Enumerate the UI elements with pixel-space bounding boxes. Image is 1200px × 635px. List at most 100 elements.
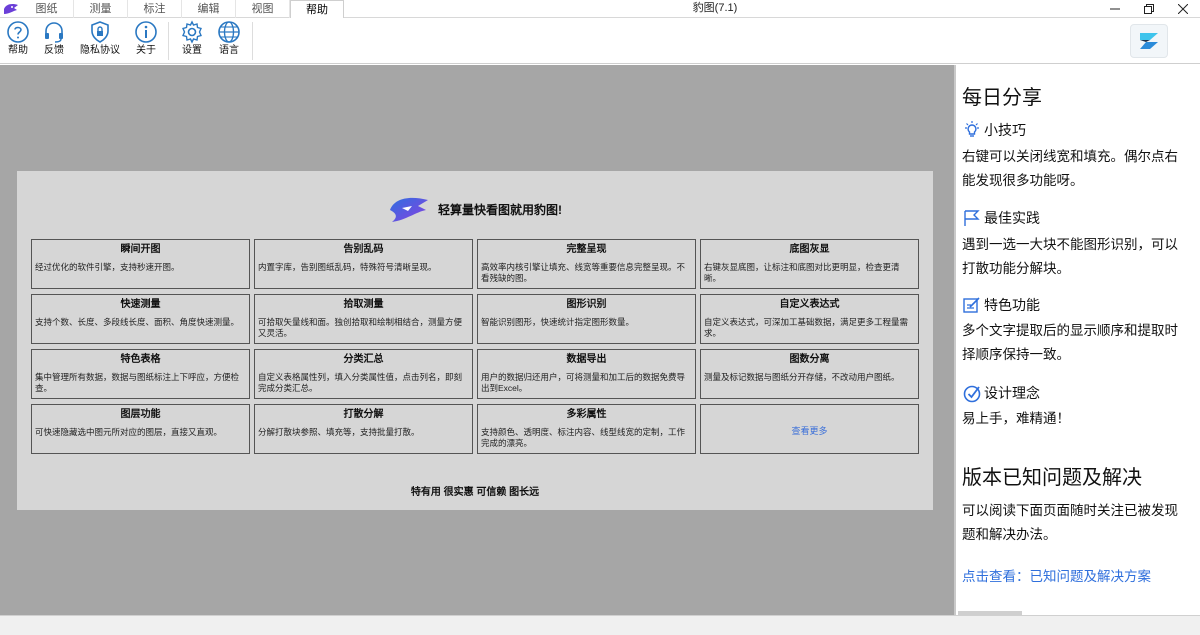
feature-title: 告别乱码 — [343, 244, 384, 255]
tip-heading-text: 特色功能 — [984, 297, 1040, 313]
feature-card: 图数分离测量及标记数据与图纸分开存储，不改动用户图纸。 — [700, 349, 919, 399]
tip-line: 右键可以关闭线宽和填充。偶尔点右 — [962, 149, 1178, 164]
feature-card: 完整呈现 高效率内核引擎让填充、线宽等重要信息完整呈现。不看残缺的图。 — [477, 239, 696, 289]
feature-title: 多彩属性 — [566, 409, 607, 420]
question-circle-icon — [7, 21, 29, 43]
feature-card: 数据导出 用户的数据归还用户，可将测量和加工后的数据免费导出到Excel。 — [477, 349, 696, 399]
tab-drawing[interactable]: 图纸 — [20, 0, 74, 18]
shield-icon — [91, 21, 109, 43]
feedback-button-label: 反馈 — [44, 45, 64, 56]
feature-title: 完整呈现 — [566, 244, 607, 255]
feature-desc: 测量及标记数据与图纸分开存储，不改动用户图纸。 — [704, 372, 900, 382]
privacy-button[interactable]: 隐私协议 — [80, 20, 120, 62]
bulb-icon — [965, 121, 979, 137]
welcome-banner-text: 轻算量快看图就用豹图! — [438, 202, 562, 217]
tip-heading: 特色功能 — [962, 295, 1040, 315]
feature-card: 拾取测量 可拾取矢量线和面。独创拾取和绘制相结合，测量方便又灵活。 — [254, 294, 473, 344]
brand-logo-mark — [1140, 33, 1158, 49]
close-icon — [1178, 4, 1188, 14]
status-bar — [0, 615, 1200, 635]
language-button[interactable]: 语言 — [211, 20, 247, 62]
feature-title: 打散分解 — [343, 409, 384, 420]
feature-desc: 内置字库，告别图纸乱码，特殊符号清晰呈现。 — [258, 262, 437, 272]
app-logo-icon — [4, 4, 18, 15]
feature-desc: 分解打散块参照、填充等，支持批量打散。 — [258, 427, 420, 437]
minimize-icon — [1110, 8, 1120, 10]
feature-card: 快速测量 支持个数、长度、多段线长度、面积、角度快速测量。 — [31, 294, 250, 344]
feedback-button[interactable]: 反馈 — [36, 20, 72, 62]
language-button-label: 语言 — [219, 45, 239, 56]
help-button[interactable]: 帮助 — [0, 20, 36, 62]
welcome-banner: 轻算量快看图就用豹图! — [17, 191, 933, 227]
see-more-label: 查看更多 — [791, 426, 828, 436]
about-button-label: 关于 — [136, 45, 156, 56]
feature-desc: 支持颜色、透明度、标注内容、线型线宽的定制，工作完成的漂亮。 — [481, 427, 686, 448]
feature-desc: 可快速隐藏选中图元所对应的图层，直接又直观。 — [35, 427, 223, 437]
info-icon — [135, 21, 157, 43]
feature-desc: 自定义表格属性列，填入分类属性值，点击列名，即刻完成分类汇总。 — [258, 372, 463, 393]
feature-desc: 集中管理所有数据，数据与图纸标注上下呼应，方便检查。 — [35, 372, 240, 393]
welcome-card: 轻算量快看图就用豹图! 瞬间开图经过优化的软件引擎，支持秒速开图。 告别乱码内置… — [17, 171, 933, 510]
ribbon-separator — [168, 22, 169, 60]
feature-card: 底图灰显右键灰显底图，让标注和底图对比更明显，检查更清晰。 — [700, 239, 919, 289]
brand-logo-icon[interactable] — [1130, 24, 1168, 58]
restore-button[interactable] — [1132, 0, 1166, 18]
settings-button[interactable]: 设置 — [174, 20, 210, 62]
about-button[interactable]: 关于 — [128, 20, 164, 62]
privacy-button-label: 隐私协议 — [80, 45, 120, 56]
tip-heading: 最佳实践 — [962, 208, 1040, 228]
gear-icon — [182, 20, 202, 44]
feature-desc: 可拾取矢量线和面。独创拾取和绘制相结合，测量方便又灵活。 — [258, 317, 463, 338]
tip-line: 易上手，难精通！ — [962, 411, 1070, 426]
tab-edit[interactable]: 编辑 — [182, 0, 236, 18]
tip-body: 遇到一选一大块不能图形识别，可以 打散功能分解块。 — [962, 233, 1200, 281]
tip-line: 多个文字提取后的显示顺序和提取时 — [962, 323, 1178, 338]
tab-view[interactable]: 视图 — [236, 0, 290, 18]
tip-heading-text: 设计理念 — [984, 385, 1040, 401]
headset-icon — [45, 22, 63, 43]
edit-icon — [963, 297, 980, 313]
tip-body: 右键可以关闭线宽和填充。偶尔点右 能发现很多功能呀。 — [962, 145, 1200, 193]
feature-card: 打散分解分解打散块参照、填充等，支持批量打散。 — [254, 404, 473, 454]
feature-title: 图形识别 — [566, 299, 607, 310]
feature-desc: 用户的数据归还用户，可将测量和加工后的数据免费导出到Excel。 — [481, 372, 686, 393]
flag-icon — [964, 210, 980, 226]
drawing-canvas: 轻算量快看图就用豹图! 瞬间开图经过优化的软件引擎，支持秒速开图。 告别乱码内置… — [0, 65, 954, 615]
panther-logo-icon — [390, 197, 428, 222]
feature-desc: 智能识别图形，快速统计指定图形数量。 — [481, 317, 635, 327]
settings-button-label: 设置 — [182, 45, 202, 56]
tip-line: 择顺序保持一致。 — [962, 347, 1070, 362]
help-button-label: 帮助 — [8, 45, 28, 56]
issues-line: 可以阅读下面页面随时关注已被发现 — [962, 503, 1178, 518]
feature-card: 特色表格集中管理所有数据，数据与图纸标注上下呼应，方便检查。 — [31, 349, 250, 399]
feature-desc: 右键灰显底图，让标注和底图对比更明显，检查更清晰。 — [704, 262, 900, 283]
tab-annotate[interactable]: 标注 — [128, 0, 182, 18]
issues-line: 题和解决办法。 — [962, 527, 1057, 542]
issues-title: 版本已知问题及解决 — [962, 467, 1142, 489]
target-icon — [963, 385, 981, 403]
feature-title: 底图灰显 — [789, 244, 830, 255]
issues-body: 可以阅读下面页面随时关注已被发现 题和解决办法。 — [962, 499, 1200, 547]
minimize-button[interactable] — [1098, 0, 1132, 18]
tip-body: 多个文字提取后的显示顺序和提取时 择顺序保持一致。 — [962, 319, 1200, 367]
tab-measure[interactable]: 测量 — [74, 0, 128, 18]
issues-link[interactable]: 点击查看：已知问题及解决方案 — [962, 565, 1151, 585]
tip-heading-text: 小技巧 — [984, 122, 1026, 138]
ribbon-separator — [252, 22, 253, 60]
feature-title: 图数分离 — [789, 354, 830, 365]
see-more-link[interactable]: 查看更多 — [700, 404, 919, 454]
feature-title: 图层功能 — [120, 409, 161, 420]
feature-title: 特色表格 — [120, 354, 161, 365]
feature-card: 告别乱码内置字库，告别图纸乱码，特殊符号清晰呈现。 — [254, 239, 473, 289]
menu-tabs: 图纸 测量 标注 编辑 视图 帮助 — [20, 0, 344, 18]
tip-heading: 小技巧 — [962, 120, 1026, 140]
slogan-text: 特有用 很实惠 可信赖 图长远 — [410, 487, 540, 498]
tip-heading-text: 最佳实践 — [984, 210, 1040, 226]
tab-help[interactable]: 帮助 — [290, 0, 344, 18]
close-button[interactable] — [1166, 0, 1200, 18]
feature-title: 瞬间开图 — [120, 244, 161, 255]
daily-share-title: 每日分享 — [962, 87, 1042, 109]
feature-desc: 经过优化的软件引擎，支持秒速开图。 — [35, 262, 180, 272]
title-bar: 图纸 测量 标注 编辑 视图 帮助 豹图(7.1) — [0, 0, 1200, 18]
tip-body: 易上手，难精通！ — [962, 407, 1200, 431]
